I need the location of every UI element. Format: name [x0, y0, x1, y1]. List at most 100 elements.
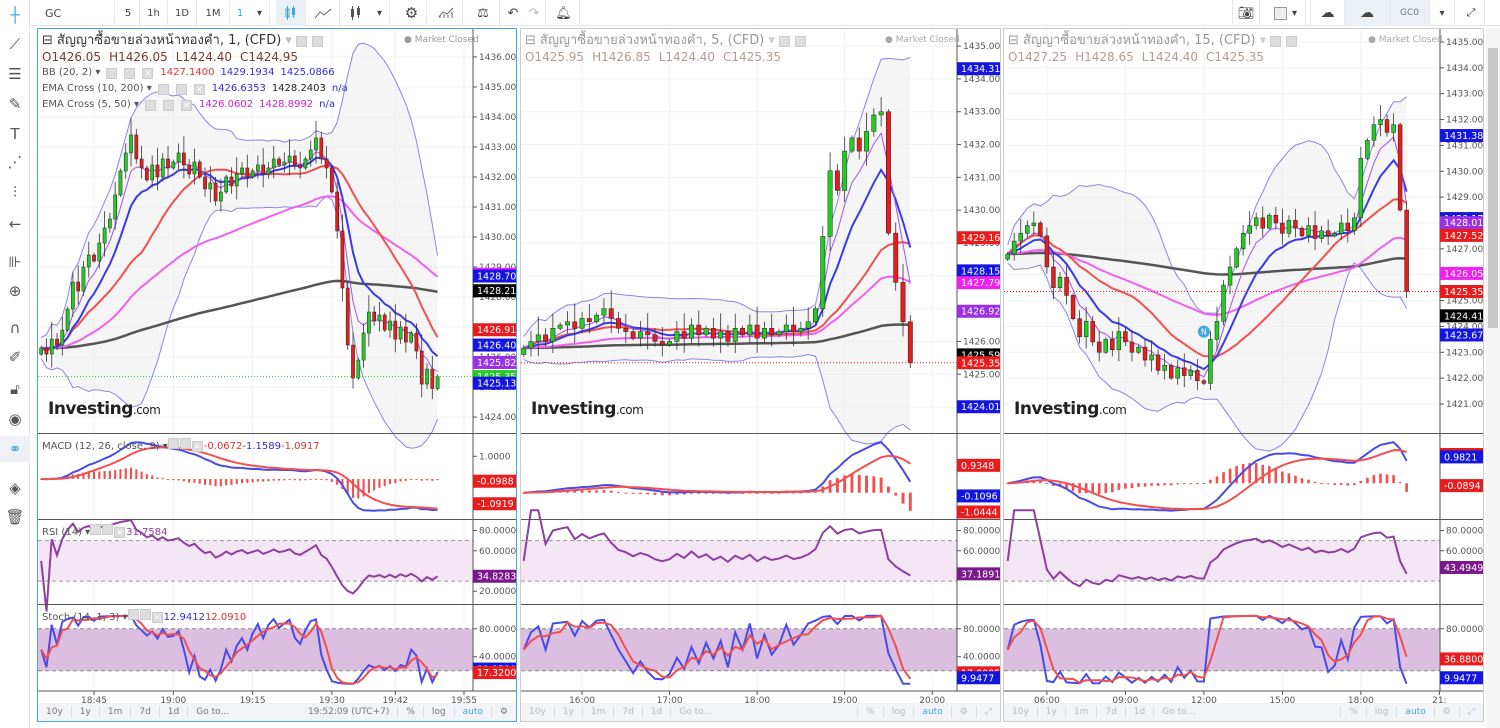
- price-tick-label: 1434.00: [479, 113, 516, 123]
- layout-symbol[interactable]: GC0: [1390, 0, 1430, 26]
- macd-study-label[interactable]: MACD (12, 26, close, 9) ▾: [42, 441, 168, 452]
- range-7d[interactable]: 7d: [1097, 707, 1126, 717]
- horizontal-lines-icon[interactable]: ☰: [0, 61, 30, 87]
- color-theme-button[interactable]: ▾: [1266, 0, 1306, 26]
- bull-candle: [219, 191, 223, 202]
- range-1m[interactable]: 1m: [583, 707, 615, 717]
- interval-5[interactable]: 5: [117, 0, 140, 26]
- range-1d[interactable]: 1d: [160, 707, 189, 717]
- bull-candle: [1227, 266, 1233, 286]
- auto-toggle[interactable]: auto: [1397, 707, 1435, 717]
- chart-panel-15min[interactable]: N1421.001422.001423.001424.001425.001426…: [1003, 28, 1484, 722]
- goto-button[interactable]: Go to...: [671, 707, 857, 717]
- interval-1d[interactable]: 1D: [168, 0, 197, 26]
- brush-icon[interactable]: ✎: [0, 91, 30, 117]
- range-1m[interactable]: 1m: [100, 707, 132, 717]
- log-toggle[interactable]: log: [884, 707, 915, 717]
- layout-dropdown-icon[interactable]: ▾: [1430, 0, 1455, 26]
- back-arrow-icon[interactable]: ←: [0, 211, 30, 237]
- rsi-study-label[interactable]: RSI (14) ▾: [42, 527, 90, 538]
- magnet-icon[interactable]: ∩: [0, 315, 30, 341]
- range-1m[interactable]: 1m: [1066, 707, 1098, 717]
- auto-toggle[interactable]: auto: [455, 707, 492, 717]
- range-10y[interactable]: 10y: [38, 707, 72, 717]
- symbol-input[interactable]: GC: [37, 0, 115, 26]
- percent-toggle[interactable]: %: [1340, 707, 1367, 717]
- range-1y[interactable]: 1y: [72, 707, 100, 717]
- link-icon[interactable]: ⚭: [0, 436, 30, 462]
- percent-toggle[interactable]: %: [398, 707, 424, 717]
- eye-toggle-icon[interactable]: [127, 609, 139, 620]
- log-toggle[interactable]: log: [1367, 707, 1398, 717]
- stoch-study-label[interactable]: Stoch (14, 1, 3) ▾: [42, 612, 128, 623]
- settings-icon[interactable]: [139, 609, 151, 620]
- eye-toggle-icon[interactable]: [167, 438, 179, 449]
- remove-icon[interactable]: ✕: [114, 527, 126, 538]
- lock-drawing-icon[interactable]: ✐: [0, 344, 30, 370]
- bear-candle: [330, 167, 334, 193]
- range-1y[interactable]: 1y: [555, 707, 583, 717]
- interval-1-active[interactable]: 1: [230, 0, 250, 26]
- text-tool-icon[interactable]: T: [0, 121, 30, 147]
- bear-candle: [76, 281, 81, 292]
- line-chart-icon[interactable]: [306, 0, 340, 26]
- snapshot-camera-icon[interactable]: 📷︎: [1232, 0, 1260, 26]
- percent-toggle[interactable]: %: [857, 707, 884, 717]
- chart-panel-5min[interactable]: 1424.001425.001426.001427.001428.001429.…: [520, 28, 1001, 722]
- auto-toggle[interactable]: auto: [914, 707, 952, 717]
- trend-line-icon[interactable]: ⟋: [0, 31, 30, 57]
- chart-canvas[interactable]: N1421.001422.001423.001424.001425.001426…: [1004, 29, 1484, 722]
- remove-icon[interactable]: ✕: [151, 612, 163, 623]
- save-chart-cloud-icon[interactable]: ☁︎: [1345, 0, 1390, 26]
- maximize-icon[interactable]: ⤢: [977, 707, 1000, 717]
- scale-settings-icon[interactable]: ⚙: [1435, 707, 1460, 717]
- range-1d[interactable]: 1d: [1126, 707, 1155, 717]
- range-10y[interactable]: 10y: [521, 707, 555, 717]
- add-alert-icon[interactable]: 🔔︎: [548, 0, 580, 26]
- interval-dropdown-icon[interactable]: ▾: [250, 0, 270, 26]
- remove-icon[interactable]: ✕: [191, 441, 203, 452]
- lock-icon[interactable]: 🔓︎: [0, 376, 30, 402]
- eye-toggle-icon[interactable]: [90, 524, 102, 535]
- settings-icon[interactable]: [102, 524, 114, 535]
- range-1d[interactable]: 1d: [643, 707, 672, 717]
- interval-1h[interactable]: 1h: [140, 0, 168, 26]
- page-scrollbar[interactable]: [1486, 28, 1500, 728]
- pattern-icon[interactable]: ⋰: [0, 149, 30, 175]
- undo-icon[interactable]: ↶: [503, 0, 523, 26]
- bar-style-icon[interactable]: [342, 0, 370, 26]
- crosshair-icon[interactable]: ┼: [0, 2, 30, 28]
- maximize-icon[interactable]: ⤢: [1460, 707, 1483, 717]
- zoom-in-icon[interactable]: ⊕: [0, 278, 30, 304]
- settings-gear-icon[interactable]: ⚙: [397, 0, 427, 26]
- range-10y[interactable]: 10y: [1004, 707, 1038, 717]
- chart-canvas[interactable]: 1424.001425.001426.001427.001428.001429.…: [521, 29, 1001, 722]
- chart-panel-1min[interactable]: 1424.001425.001426.001427.001428.001429.…: [37, 28, 517, 722]
- layers-icon[interactable]: ◈: [0, 475, 30, 501]
- eye-icon[interactable]: ◉: [0, 406, 30, 432]
- range-7d[interactable]: 7d: [614, 707, 643, 717]
- settings-icon[interactable]: [179, 438, 191, 449]
- scale-settings-icon[interactable]: ⚙: [952, 707, 977, 717]
- indicators-icon[interactable]: [430, 0, 463, 26]
- fullscreen-icon[interactable]: ⤢: [1458, 0, 1485, 26]
- load-chart-cloud-icon[interactable]: ☁︎: [1310, 0, 1345, 26]
- bar-style-dropdown-icon[interactable]: ▾: [370, 0, 390, 26]
- goto-button[interactable]: Go to...: [1154, 707, 1340, 717]
- range-7d[interactable]: 7d: [131, 707, 160, 717]
- candles-chart-icon[interactable]: [276, 0, 306, 26]
- bear-candle: [1044, 235, 1050, 268]
- compare-scales-icon[interactable]: ⚖: [467, 0, 500, 26]
- macd-histogram-bar: [1182, 483, 1186, 485]
- bull-candle: [1339, 222, 1344, 234]
- measure-icon[interactable]: ⊪: [0, 249, 30, 275]
- trash-icon[interactable]: 🗑︎: [0, 504, 30, 530]
- log-toggle[interactable]: log: [424, 707, 455, 717]
- interval-1m[interactable]: 1M: [197, 0, 230, 26]
- fib-retracement-icon[interactable]: ⫶: [0, 179, 30, 205]
- scrollbar-thumb[interactable]: [1488, 48, 1498, 328]
- scale-settings-icon[interactable]: ⚙: [492, 707, 516, 717]
- redo-icon[interactable]: ↷: [523, 0, 546, 26]
- goto-button[interactable]: Go to...: [188, 707, 300, 717]
- range-1y[interactable]: 1y: [1038, 707, 1066, 717]
